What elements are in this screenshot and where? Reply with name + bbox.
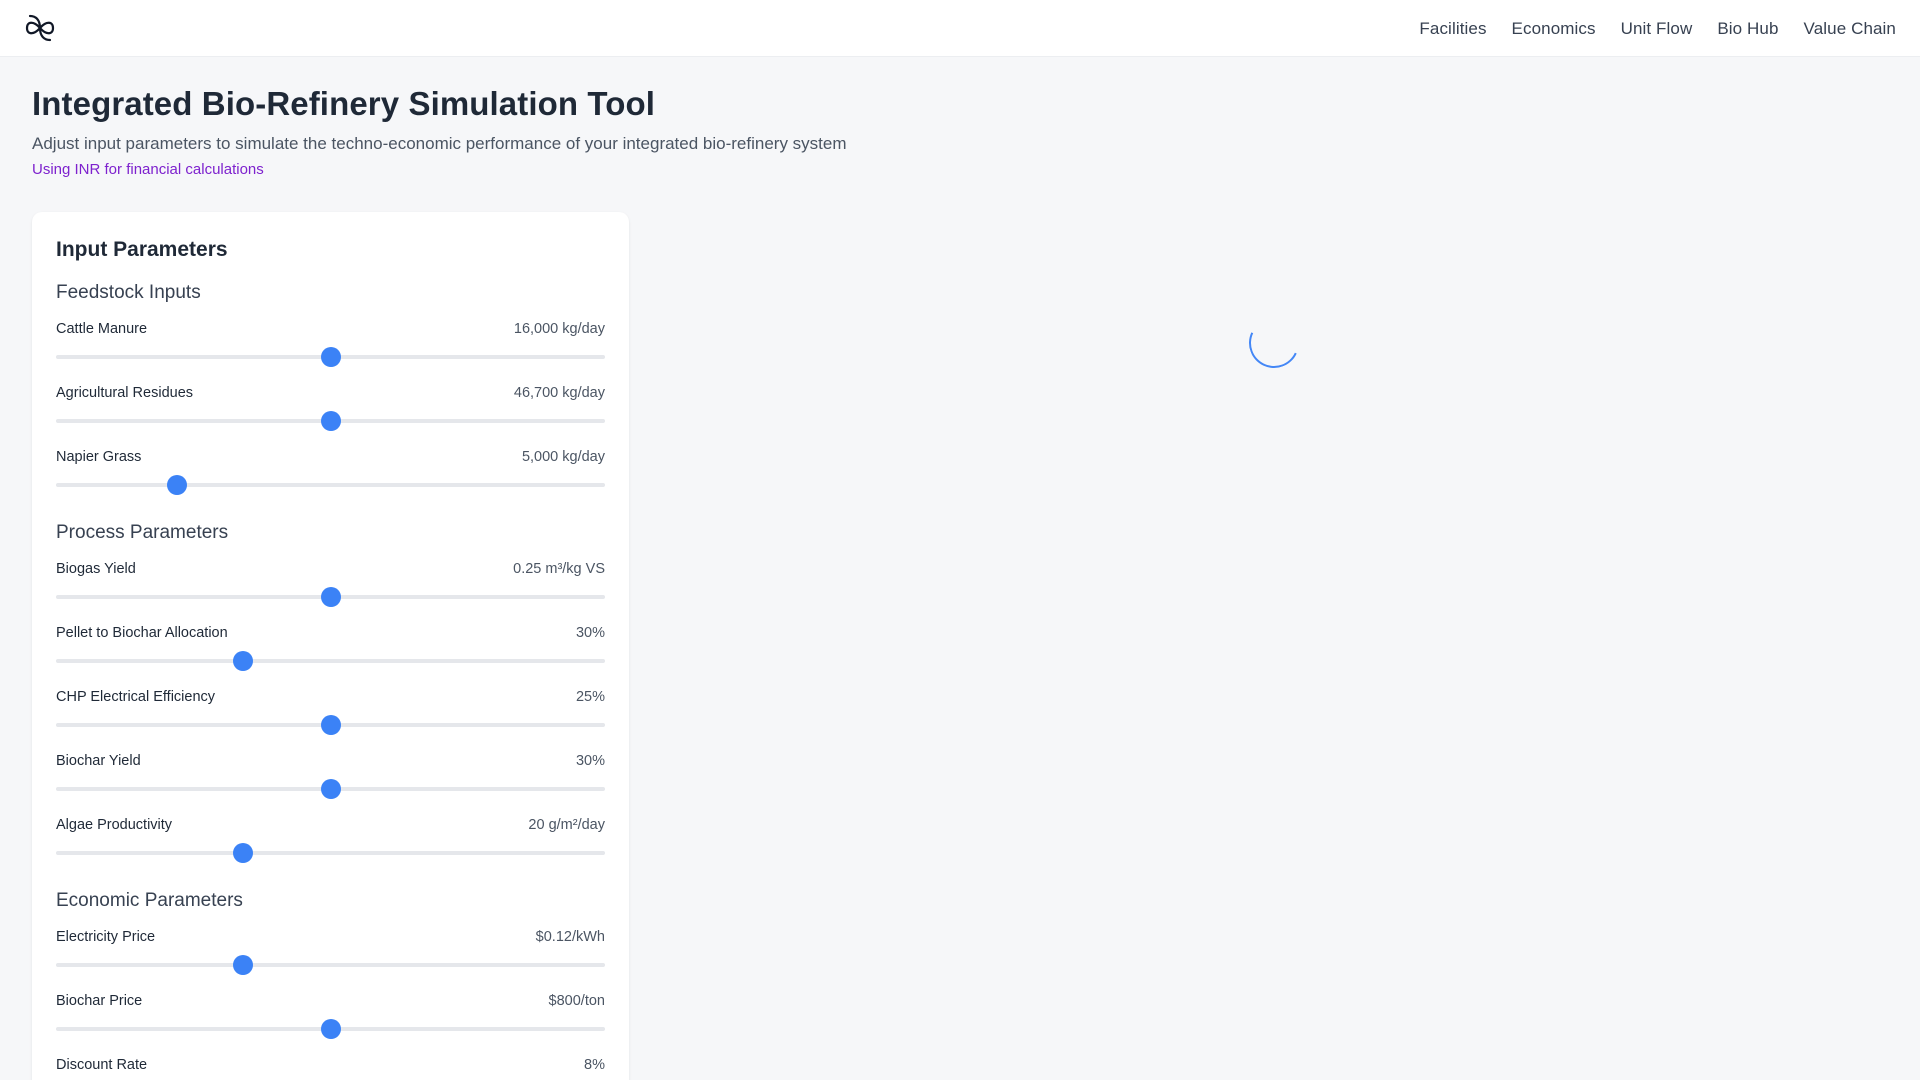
nav-economics[interactable]: Economics <box>1512 19 1596 39</box>
param-pellet-biochar-allocation: Pellet to Biochar Allocation 30% <box>56 625 605 675</box>
slider-thumb[interactable] <box>320 715 341 735</box>
param-chp-efficiency: CHP Electrical Efficiency 25% <box>56 689 605 739</box>
slider-thumb[interactable] <box>320 411 341 431</box>
param-label: Electricity Price <box>56 929 156 945</box>
param-value: 30% <box>575 625 605 641</box>
nav-bio-hub[interactable]: Bio Hub <box>1717 19 1778 39</box>
param-value: $800/ton <box>548 993 605 1009</box>
param-biochar-yield: Biochar Yield 30% <box>56 753 605 803</box>
param-label: Algae Productivity <box>56 817 173 833</box>
slider-thumb[interactable] <box>232 843 253 863</box>
param-value: 8% <box>584 1057 605 1073</box>
param-label: Cattle Manure <box>56 321 148 337</box>
param-value: 25% <box>575 689 605 705</box>
param-label: Pellet to Biochar Allocation <box>56 625 228 641</box>
nav-unit-flow[interactable]: Unit Flow <box>1621 19 1693 39</box>
slider-thumb[interactable] <box>320 587 341 607</box>
slider-track[interactable] <box>56 955 605 975</box>
param-value: 46,700 kg/day <box>513 385 605 401</box>
input-parameters-panel: Input Parameters Feedstock Inputs Cattle… <box>32 212 629 1080</box>
slider-thumb[interactable] <box>166 475 187 495</box>
param-agricultural-residues: Agricultural Residues 46,700 kg/day <box>56 385 605 435</box>
param-label: Biogas Yield <box>56 561 136 577</box>
param-value: 20 g/m²/day <box>528 817 605 833</box>
slider-track[interactable] <box>56 347 605 367</box>
slider-thumb[interactable] <box>320 779 341 799</box>
param-algae-productivity: Algae Productivity 20 g/m²/day <box>56 817 605 867</box>
param-value: 5,000 kg/day <box>521 449 605 465</box>
slider-track[interactable] <box>56 651 605 671</box>
page-subtitle: Adjust input parameters to simulate the … <box>32 134 847 153</box>
param-label: Biochar Price <box>56 993 143 1009</box>
slider-track[interactable] <box>56 715 605 735</box>
param-cattle-manure: Cattle Manure 16,000 kg/day <box>56 321 605 371</box>
slider-track[interactable] <box>56 411 605 431</box>
slider-thumb[interactable] <box>320 347 341 367</box>
param-biogas-yield: Biogas Yield 0.25 m³/kg VS <box>56 561 605 611</box>
param-label: Biochar Yield <box>56 753 141 769</box>
slider-thumb[interactable] <box>232 651 253 671</box>
slider-track[interactable] <box>56 1019 605 1039</box>
top-navbar: Facilities Economics Unit Flow Bio Hub V… <box>0 0 1920 57</box>
nav-facilities[interactable]: Facilities <box>1419 19 1486 39</box>
param-napier-grass: Napier Grass 5,000 kg/day <box>56 449 605 499</box>
slider-track[interactable] <box>56 475 605 495</box>
param-label: Napier Grass <box>56 449 142 465</box>
slider-thumb[interactable] <box>320 1019 341 1039</box>
slider-track[interactable] <box>56 843 605 863</box>
param-electricity-price: Electricity Price $0.12/kWh <box>56 929 605 979</box>
panel-title: Input Parameters <box>56 238 228 261</box>
param-value: $0.12/kWh <box>535 929 605 945</box>
section-title-feedstock: Feedstock Inputs <box>56 282 201 303</box>
param-value: 30% <box>575 753 605 769</box>
param-value: 0.25 m³/kg VS <box>513 561 605 577</box>
main-nav: Facilities Economics Unit Flow Bio Hub V… <box>1394 0 1896 57</box>
param-label: Agricultural Residues <box>56 385 194 401</box>
param-value: 16,000 kg/day <box>513 321 605 337</box>
slider-thumb[interactable] <box>232 955 253 975</box>
param-label: Discount Rate <box>56 1057 148 1073</box>
param-discount-rate: Discount Rate 8% <box>56 1057 605 1080</box>
section-title-process: Process Parameters <box>56 522 229 543</box>
slider-track[interactable] <box>56 779 605 799</box>
spinner-icon <box>1241 310 1307 376</box>
param-biochar-price: Biochar Price $800/ton <box>56 993 605 1043</box>
section-title-economic: Economic Parameters <box>56 890 243 911</box>
currency-note: Using INR for financial calculations <box>32 161 264 178</box>
slider-track[interactable] <box>56 587 605 607</box>
param-label: CHP Electrical Efficiency <box>56 689 216 705</box>
page-title: Integrated Bio-Refinery Simulation Tool <box>32 85 655 122</box>
infinity-leaf-logo-icon[interactable] <box>24 13 56 43</box>
nav-value-chain[interactable]: Value Chain <box>1804 19 1896 39</box>
